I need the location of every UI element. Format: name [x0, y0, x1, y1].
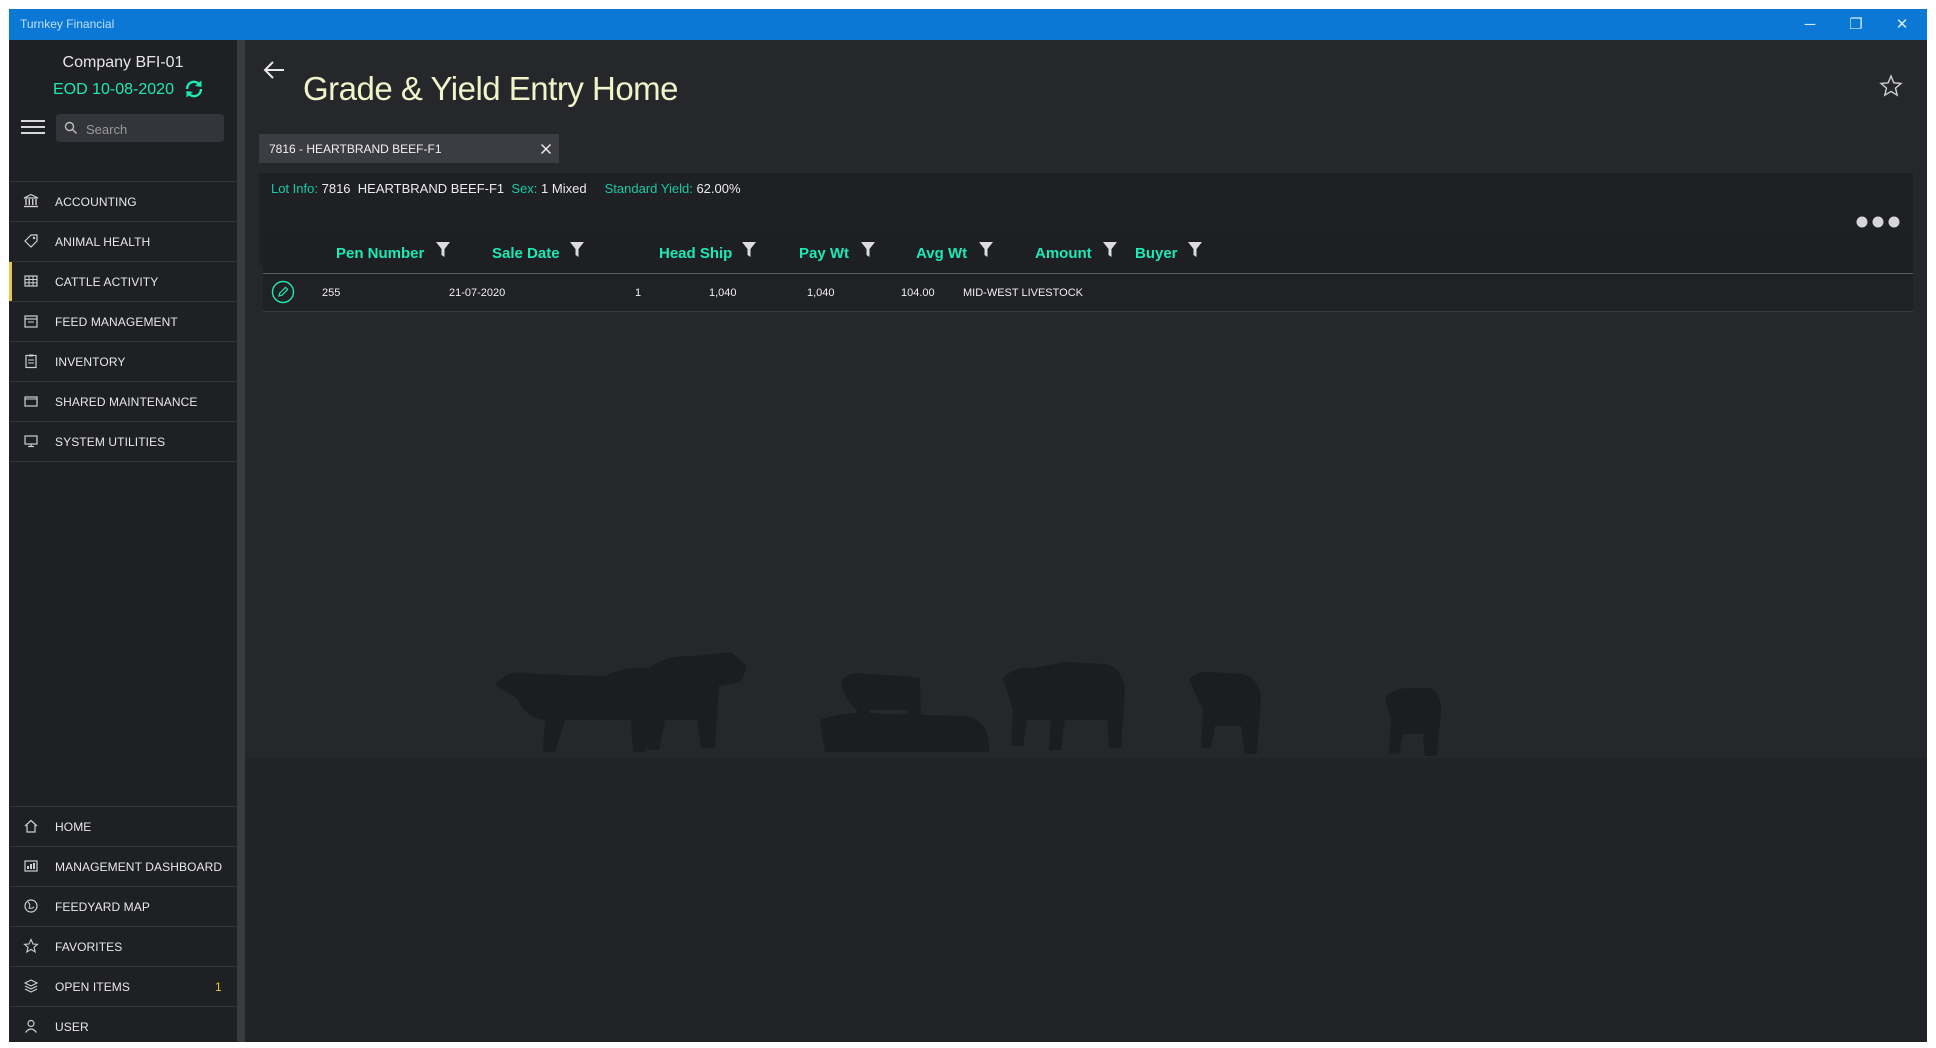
column-header-head-ship[interactable]: Head Ship	[659, 242, 756, 262]
grid-icon	[24, 275, 38, 287]
nav-label: FEED MANAGEMENT	[55, 315, 178, 329]
nav-label: HOME	[55, 820, 92, 834]
company-name: Company BFI-01	[62, 54, 184, 71]
column-header-avg-wt[interactable]: Avg Wt	[916, 242, 993, 262]
close-window-button[interactable]: ✕	[1879, 9, 1925, 40]
standard-yield-key: Standard Yield:	[604, 181, 693, 196]
lot-info-key: Lot Info:	[271, 181, 318, 196]
table-row[interactable]: 255 21-07-2020 1 1,040 1,040 104.00 MID-…	[263, 274, 1913, 312]
app-window: Turnkey Financial ─ ❐ ✕ Company BFI-01 E…	[9, 9, 1927, 1042]
main-nav: ACCOUNTING ANIMAL HEALTH CATTLE ACTIVITY	[9, 181, 237, 462]
filter-icon[interactable]	[1188, 242, 1202, 258]
nav-item-accounting[interactable]: ACCOUNTING	[9, 182, 237, 222]
nav-item-favorites[interactable]: FAVORITES	[9, 927, 237, 967]
bottom-nav: HOME MANAGEMENT DASHBOARD FEEDYARD MAP F…	[9, 806, 237, 1042]
nav-label: SYSTEM UTILITIES	[55, 435, 166, 449]
nav-item-feedyard-map[interactable]: FEEDYARD MAP	[9, 887, 237, 927]
cell-amount: 104.00	[901, 287, 935, 299]
standard-yield-value: 62.00%	[696, 181, 741, 196]
sidebar: Company BFI-01 EOD 10-08-2020 Search ACC…	[9, 40, 245, 1042]
lot-tab[interactable]: 7816 - HEARTBRAND BEEF-F1	[259, 134, 559, 163]
filter-icon[interactable]	[436, 242, 450, 258]
restore-button[interactable]: ❐	[1833, 9, 1879, 40]
column-header-pen-number[interactable]: Pen Number	[336, 242, 450, 262]
table-header: Pen Number Sale Date Head Ship Pay Wt Av…	[263, 233, 1913, 274]
column-header-sale-date[interactable]: Sale Date	[492, 242, 584, 262]
nav-label: MANAGEMENT DASHBOARD	[55, 860, 223, 874]
nav-label: USER	[55, 1020, 89, 1034]
sex-value: 1 Mixed	[541, 181, 587, 196]
app-title: Turnkey Financial	[20, 17, 115, 31]
nav-label: FAVORITES	[55, 940, 123, 954]
sex-key: Sex:	[511, 181, 538, 196]
lot-info: Lot Info: 7816 HEARTBRAND BEEF-F1 Sex: 1…	[271, 181, 741, 196]
search-input[interactable]	[84, 118, 220, 140]
minimize-button[interactable]: ─	[1787, 9, 1833, 40]
tag-icon	[24, 234, 38, 248]
filter-icon[interactable]	[742, 242, 756, 258]
lot-number: 7816	[321, 181, 351, 196]
cell-buyer: MID-WEST LIVESTOCK	[963, 287, 1084, 299]
nav-item-feed-management[interactable]: FEED MANAGEMENT	[9, 302, 237, 342]
filter-icon[interactable]	[570, 242, 584, 258]
bank-icon	[23, 193, 39, 208]
lot-tab-label: 7816 - HEARTBRAND BEEF-F1	[269, 142, 442, 156]
cell-avg-wt: 1,040	[807, 287, 835, 299]
column-header-amount[interactable]: Amount	[1035, 242, 1117, 262]
lot-name: HEARTBRAND BEEF-F1	[357, 181, 505, 196]
nav-item-home[interactable]: HOME	[9, 807, 237, 847]
nav-label: CATTLE ACTIVITY	[55, 275, 159, 289]
eod-date: EOD 10-08-2020	[53, 81, 174, 98]
cell-pen-number: 255	[322, 287, 341, 299]
nav-label: FEEDYARD MAP	[55, 900, 150, 914]
nav-label: ACCOUNTING	[55, 195, 137, 209]
monitor-icon	[24, 435, 38, 448]
layers-icon	[23, 979, 39, 993]
dashboard-icon	[24, 860, 38, 872]
column-header-buyer[interactable]: Buyer	[1135, 242, 1202, 262]
globe-icon	[24, 899, 38, 913]
cell-head-ship: 1	[635, 287, 642, 299]
nav-label: INVENTORY	[55, 355, 126, 369]
nav-item-inventory[interactable]: INVENTORY	[9, 342, 237, 382]
nav-label: ANIMAL HEALTH	[55, 235, 151, 249]
column-header-pay-wt[interactable]: Pay Wt	[799, 242, 875, 262]
page-title: Grade & Yield Entry Home	[303, 70, 679, 108]
filter-icon[interactable]	[979, 242, 993, 258]
folder-icon	[24, 396, 38, 407]
edit-icon[interactable]	[271, 280, 295, 304]
clipboard-icon	[25, 354, 37, 369]
menu-icon[interactable]	[21, 120, 45, 138]
nav-item-management-dashboard[interactable]: MANAGEMENT DASHBOARD	[9, 847, 237, 887]
user-icon	[25, 1019, 37, 1033]
title-bar: Turnkey Financial ─ ❐ ✕	[9, 9, 1927, 40]
main-content: Grade & Yield Entry Home 7816 - HEARTBRA…	[245, 40, 1927, 1042]
search-icon	[64, 121, 77, 134]
nav-label: SHARED MAINTENANCE	[55, 395, 198, 409]
more-options-icon[interactable]	[1855, 215, 1901, 229]
star-icon	[23, 938, 39, 954]
lot-info-panel: Lot Info: 7816 HEARTBRAND BEEF-F1 Sex: 1…	[259, 173, 1913, 274]
nav-item-open-items[interactable]: OPEN ITEMS 1	[9, 967, 237, 1007]
home-icon	[24, 819, 38, 833]
cell-sale-date: 21-07-2020	[449, 287, 506, 299]
close-icon[interactable]	[540, 143, 552, 155]
filter-icon[interactable]	[861, 242, 875, 258]
nav-item-user[interactable]: USER	[9, 1007, 237, 1042]
nav-item-shared-maintenance[interactable]: SHARED MAINTENANCE	[9, 382, 237, 422]
calendar-icon	[24, 315, 38, 328]
favorite-star-icon[interactable]	[1879, 74, 1903, 98]
nav-label: OPEN ITEMS	[55, 980, 131, 994]
back-arrow-icon[interactable]	[263, 60, 287, 80]
search-box[interactable]	[56, 114, 224, 142]
cattle-silhouette-background	[245, 570, 1927, 1042]
filter-icon[interactable]	[1103, 242, 1117, 258]
sync-icon[interactable]	[183, 78, 205, 100]
open-items-badge: 1	[215, 980, 222, 994]
nav-item-system-utilities[interactable]: SYSTEM UTILITIES	[9, 422, 237, 462]
cell-pay-wt: 1,040	[709, 287, 737, 299]
nav-item-animal-health[interactable]: ANIMAL HEALTH	[9, 222, 237, 262]
nav-item-cattle-activity[interactable]: CATTLE ACTIVITY	[9, 262, 237, 302]
